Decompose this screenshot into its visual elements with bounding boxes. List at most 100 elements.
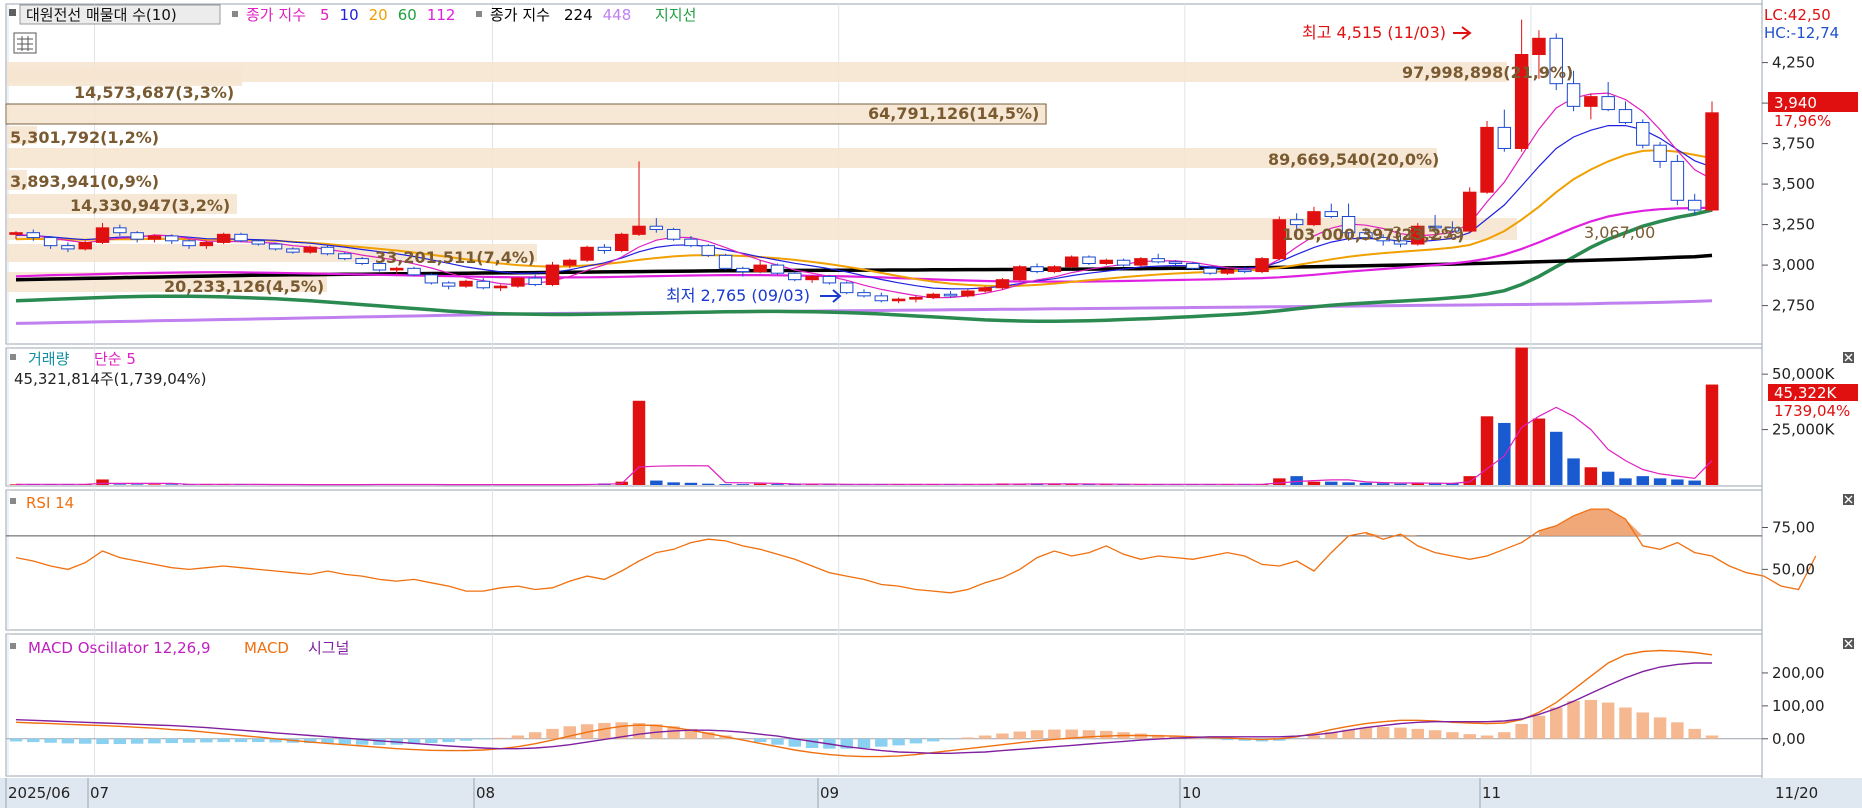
time-axis-label: 08 — [476, 784, 495, 802]
candle-body — [494, 286, 506, 288]
candle-body — [1239, 270, 1251, 272]
candle-body — [650, 226, 662, 229]
macd-oscillator-bar — [1446, 732, 1458, 739]
macd-oscillator-bar — [1515, 724, 1527, 739]
table-icon[interactable] — [14, 33, 36, 53]
volume-ma-label: 단순 5 — [94, 350, 136, 368]
volume-profile-label: 33,201,511(7,4%) — [375, 248, 535, 267]
volume-bar — [1325, 482, 1337, 485]
ma-period-10: 10 — [340, 6, 359, 24]
volume-bar — [1602, 472, 1614, 485]
candle-body — [1325, 212, 1337, 217]
volume-tag-value: 45,322K — [1774, 384, 1837, 402]
candle-body — [304, 247, 316, 252]
volume-bar — [737, 484, 749, 485]
candle-body — [789, 273, 801, 279]
candle-body — [1619, 110, 1631, 123]
macd-oscillator-bar — [529, 732, 541, 739]
candle-body — [615, 234, 627, 250]
price-tick-label: 4,250 — [1772, 54, 1815, 72]
volume-profile-label: 97,998,898(21,9%) — [1402, 63, 1573, 82]
macd-oscillator-bar — [1429, 730, 1441, 739]
time-axis-band — [0, 778, 1862, 808]
candle-body — [979, 288, 991, 291]
candle-body — [1706, 113, 1718, 210]
candle-body — [598, 247, 610, 250]
macd-oscillator-bar — [1654, 717, 1666, 738]
volume-profile-label: 5,301,792(1,2%) — [10, 128, 159, 147]
candle-body — [1567, 84, 1579, 107]
macd-oscillator-bar — [1394, 728, 1406, 739]
macd-oscillator-bar — [373, 739, 385, 745]
volume-bar — [1273, 478, 1285, 485]
macd-oscillator-bar — [166, 739, 178, 743]
volume-bar — [650, 481, 662, 485]
candle-body — [252, 241, 264, 244]
rsi-close-button[interactable] — [1843, 494, 1854, 505]
candle-body — [442, 283, 454, 286]
candle-body — [96, 228, 108, 243]
volume-bar — [685, 483, 697, 485]
volume-profile-bar — [7, 62, 1507, 82]
macd-oscillator-bar — [442, 739, 454, 742]
candle-body — [754, 265, 766, 271]
volume-bar — [719, 484, 731, 485]
legend-marker — [10, 354, 16, 360]
macd-oscillator-bar — [1567, 701, 1579, 739]
rsi-tick-label: 75,00 — [1772, 519, 1815, 537]
legend-marker — [9, 9, 16, 16]
macd-oscillator-bar — [148, 739, 160, 744]
price-tick-label: 2,750 — [1772, 297, 1815, 315]
candle-body — [10, 233, 22, 235]
macd-tick-label: 200,00 — [1772, 664, 1825, 682]
high-annotation: 최고 4,515 (11/03) — [1302, 23, 1446, 42]
time-axis-label: 2025/06 — [8, 784, 70, 802]
candle-body — [581, 247, 593, 260]
volume-bar — [1585, 467, 1597, 485]
volume-close-button[interactable] — [1843, 352, 1854, 363]
candle-body — [840, 283, 852, 293]
lc-label: LC:42,50 — [1764, 6, 1831, 24]
macd-oscillator-bar — [1308, 735, 1320, 738]
price-tick-label: 3,500 — [1772, 175, 1815, 193]
candle-body — [1308, 212, 1320, 225]
candle-body — [200, 242, 212, 245]
stock-name[interactable]: 대원전선 매물대 수(10) — [26, 6, 177, 24]
candle-body — [62, 246, 74, 249]
candle-body — [1637, 123, 1649, 146]
signal-label: 시그널 — [308, 639, 349, 657]
volume-bar — [1498, 423, 1510, 485]
volume-bar — [1377, 483, 1389, 485]
candle-body — [166, 236, 178, 241]
candle-body — [771, 265, 783, 273]
candle-body — [685, 239, 697, 245]
macd-oscillator-bar — [944, 739, 956, 740]
volume-bar — [1308, 482, 1320, 485]
macd-tick-label: 100,00 — [1772, 697, 1825, 715]
candle-body — [477, 281, 489, 287]
price-tick-label: 3,000 — [1772, 256, 1815, 274]
macd-oscillator-bar — [1550, 708, 1562, 739]
candle-body — [633, 226, 645, 234]
candle-body — [910, 298, 922, 300]
candle-body — [1135, 259, 1147, 265]
time-axis-label: 10 — [1182, 784, 1201, 802]
candle-body — [1117, 260, 1129, 265]
macd-oscillator-bar — [962, 737, 974, 738]
candle-body — [425, 275, 437, 283]
volume-bar — [166, 484, 178, 485]
macd-close-button[interactable] — [1843, 638, 1854, 649]
time-axis-label: 07 — [90, 784, 109, 802]
macd-oscillator-bar — [1481, 735, 1493, 738]
volume-bar — [1290, 476, 1302, 485]
volume-bar — [702, 484, 714, 485]
ma-period-112: 112 — [427, 6, 456, 24]
macd-oscillator-bar — [1637, 712, 1649, 738]
volume-bar — [1481, 416, 1493, 485]
candle-body — [408, 268, 420, 274]
macd-oscillator-bar — [910, 739, 922, 744]
candle-body — [1100, 260, 1112, 263]
macd-oscillator-bar — [1048, 730, 1060, 739]
volume-profile-label: 64,791,126(14,5%) — [868, 104, 1039, 123]
rsi-tick-label: 50,00 — [1772, 560, 1815, 578]
